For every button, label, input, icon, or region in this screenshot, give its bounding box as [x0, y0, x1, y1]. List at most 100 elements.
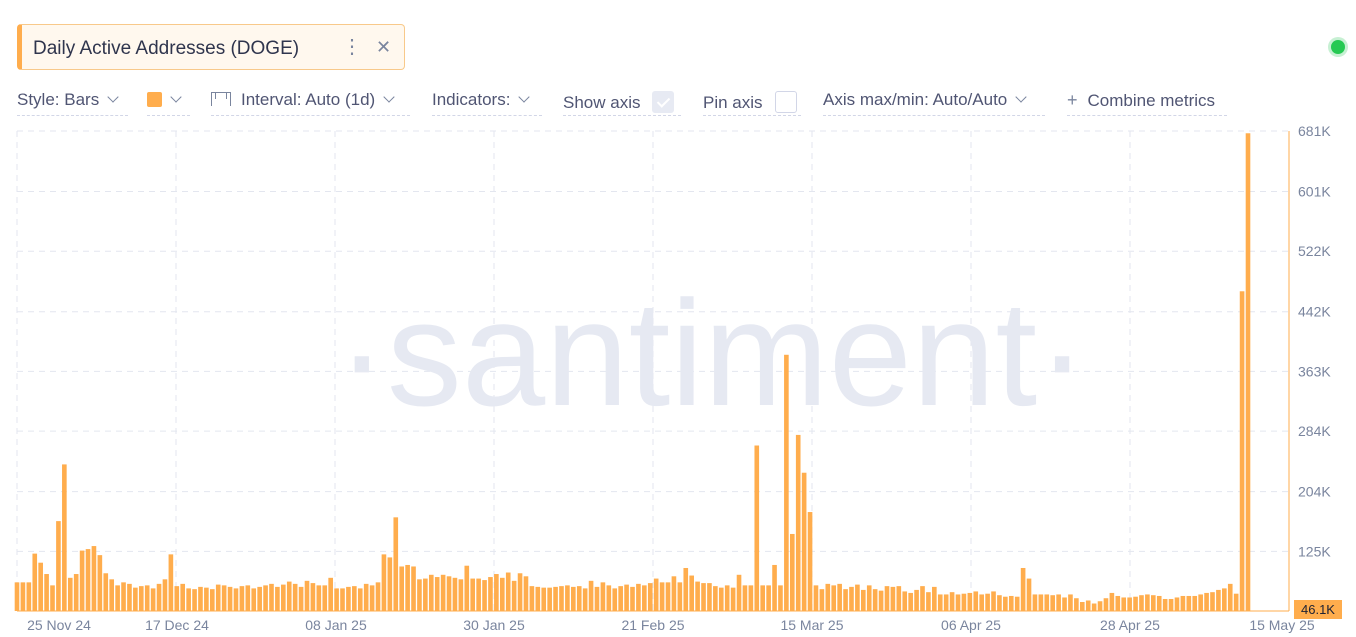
bar[interactable]	[505, 572, 511, 611]
bar[interactable]	[440, 574, 446, 611]
bar[interactable]	[328, 577, 333, 611]
bar[interactable]	[446, 576, 452, 611]
bar[interactable]	[369, 585, 375, 611]
bar[interactable]	[742, 585, 748, 611]
bar[interactable]	[375, 582, 381, 611]
bar[interactable]	[594, 586, 600, 611]
bar[interactable]	[150, 588, 156, 611]
bar[interactable]	[209, 589, 215, 611]
bar[interactable]	[689, 575, 694, 611]
bar[interactable]	[878, 590, 884, 611]
bar[interactable]	[346, 586, 351, 611]
bar[interactable]	[967, 592, 973, 611]
bar[interactable]	[381, 554, 387, 611]
bar[interactable]	[920, 586, 925, 611]
bar[interactable]	[1245, 133, 1251, 611]
bar[interactable]	[109, 579, 114, 611]
bar[interactable]	[872, 589, 878, 611]
bar[interactable]	[215, 584, 221, 611]
bar[interactable]	[1044, 594, 1050, 611]
bar[interactable]	[310, 583, 316, 611]
bar[interactable]	[677, 582, 683, 611]
bar[interactable]	[588, 580, 594, 611]
bar[interactable]	[221, 585, 227, 611]
bar[interactable]	[257, 586, 262, 611]
bar[interactable]	[363, 583, 369, 611]
bar[interactable]	[1008, 595, 1014, 611]
bar[interactable]	[144, 585, 150, 611]
bar[interactable]	[44, 574, 49, 611]
bar[interactable]	[866, 585, 872, 611]
bar[interactable]	[204, 587, 209, 611]
bar[interactable]	[535, 586, 541, 611]
bar[interactable]	[529, 586, 535, 611]
bar[interactable]	[565, 585, 570, 611]
bar[interactable]	[1133, 596, 1138, 611]
bar[interactable]	[961, 593, 967, 611]
bar[interactable]	[138, 586, 144, 611]
bar[interactable]	[884, 586, 890, 611]
bar[interactable]	[636, 583, 641, 611]
bar[interactable]	[760, 585, 766, 611]
bar[interactable]	[186, 588, 191, 611]
bar[interactable]	[1227, 583, 1233, 611]
bar[interactable]	[1216, 589, 1221, 611]
bar[interactable]	[795, 434, 801, 611]
bar[interactable]	[269, 583, 274, 611]
bar[interactable]	[1204, 592, 1209, 611]
bar[interactable]	[671, 576, 677, 611]
bar[interactable]	[855, 584, 860, 611]
bar[interactable]	[736, 574, 742, 611]
bar[interactable]	[417, 579, 422, 611]
bar[interactable]	[571, 586, 576, 611]
bar[interactable]	[156, 583, 162, 611]
bar[interactable]	[245, 585, 251, 611]
bar[interactable]	[1032, 594, 1038, 611]
bar[interactable]	[50, 585, 55, 611]
bar[interactable]	[1162, 598, 1168, 611]
bar[interactable]	[251, 588, 257, 611]
bar[interactable]	[819, 589, 825, 611]
bar[interactable]	[724, 585, 730, 611]
bar[interactable]	[1115, 595, 1121, 611]
bar[interactable]	[772, 564, 777, 611]
bar[interactable]	[949, 592, 955, 611]
bar[interactable]	[1014, 596, 1020, 611]
bar[interactable]	[499, 577, 505, 611]
bar[interactable]	[1003, 596, 1008, 611]
bar[interactable]	[1139, 595, 1144, 611]
bar[interactable]	[1074, 598, 1079, 611]
bar[interactable]	[997, 595, 1002, 611]
bar[interactable]	[576, 586, 582, 611]
bar[interactable]	[890, 586, 896, 611]
bar[interactable]	[849, 586, 854, 611]
bar[interactable]	[606, 585, 612, 611]
bar[interactable]	[926, 592, 931, 611]
bar[interactable]	[399, 566, 404, 611]
bar[interactable]	[85, 549, 91, 611]
bar[interactable]	[387, 557, 393, 611]
bar[interactable]	[286, 581, 292, 611]
bar[interactable]	[1085, 600, 1091, 611]
bar[interactable]	[1050, 595, 1056, 611]
bar[interactable]	[511, 580, 517, 611]
bar[interactable]	[434, 577, 440, 611]
bar[interactable]	[908, 592, 913, 611]
bar[interactable]	[937, 594, 943, 611]
bar[interactable]	[991, 591, 996, 611]
bar[interactable]	[932, 586, 937, 611]
bar[interactable]	[1068, 594, 1073, 611]
bar[interactable]	[630, 586, 635, 611]
bar[interactable]	[103, 573, 109, 611]
bar[interactable]	[624, 584, 629, 611]
bar[interactable]	[730, 587, 736, 611]
bar[interactable]	[180, 583, 186, 611]
bar[interactable]	[482, 580, 487, 611]
bar[interactable]	[67, 577, 73, 611]
bar[interactable]	[452, 577, 458, 611]
bar[interactable]	[458, 579, 464, 611]
bar[interactable]	[1056, 594, 1061, 611]
bar[interactable]	[582, 588, 588, 611]
bar[interactable]	[1186, 595, 1192, 611]
bar[interactable]	[754, 445, 760, 611]
